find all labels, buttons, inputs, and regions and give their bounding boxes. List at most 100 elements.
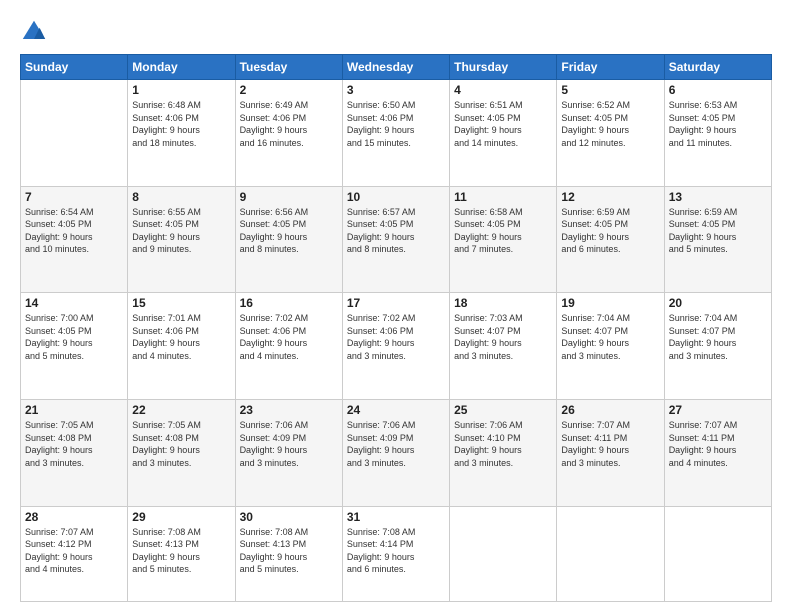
day-number: 8 xyxy=(132,190,230,204)
weekday-friday: Friday xyxy=(557,55,664,80)
cell-info: Sunrise: 7:00 AMSunset: 4:05 PMDaylight:… xyxy=(25,312,123,362)
cell-info: Sunrise: 7:03 AMSunset: 4:07 PMDaylight:… xyxy=(454,312,552,362)
page: SundayMondayTuesdayWednesdayThursdayFrid… xyxy=(0,0,792,612)
cell-info: Sunrise: 7:04 AMSunset: 4:07 PMDaylight:… xyxy=(561,312,659,362)
day-number: 7 xyxy=(25,190,123,204)
day-number: 24 xyxy=(347,403,445,417)
calendar-cell: 8 Sunrise: 6:55 AMSunset: 4:05 PMDaylight… xyxy=(128,186,235,293)
day-number: 19 xyxy=(561,296,659,310)
cell-info: Sunrise: 6:59 AMSunset: 4:05 PMDaylight:… xyxy=(561,206,659,256)
day-number: 5 xyxy=(561,83,659,97)
cell-info: Sunrise: 7:07 AMSunset: 4:11 PMDaylight:… xyxy=(561,419,659,469)
weekday-monday: Monday xyxy=(128,55,235,80)
calendar-cell: 18Sunrise: 7:03 AMSunset: 4:07 PMDayligh… xyxy=(450,293,557,400)
day-number: 22 xyxy=(132,403,230,417)
cell-info: Sunrise: 7:02 AMSunset: 4:06 PMDaylight:… xyxy=(347,312,445,362)
cell-info: Sunrise: 6:53 AMSunset: 4:05 PMDaylight:… xyxy=(669,99,767,149)
weekday-header-row: SundayMondayTuesdayWednesdayThursdayFrid… xyxy=(21,55,772,80)
calendar-cell: 27 Sunrise: 7:07 AMSunset: 4:11 PMDayligh… xyxy=(664,399,771,506)
week-row-3: 14Sunrise: 7:00 AMSunset: 4:05 PMDayligh… xyxy=(21,293,772,400)
calendar-cell: 13 Sunrise: 6:59 AMSunset: 4:05 PMDayligh… xyxy=(664,186,771,293)
day-number: 12 xyxy=(561,190,659,204)
calendar-table: SundayMondayTuesdayWednesdayThursdayFrid… xyxy=(20,54,772,602)
day-number: 9 xyxy=(240,190,338,204)
calendar-cell: 5 Sunrise: 6:52 AMSunset: 4:05 PMDaylight… xyxy=(557,80,664,187)
cell-info: Sunrise: 7:08 AMSunset: 4:13 PMDaylight:… xyxy=(132,526,230,576)
day-number: 10 xyxy=(347,190,445,204)
calendar-cell: 4 Sunrise: 6:51 AMSunset: 4:05 PMDaylight… xyxy=(450,80,557,187)
day-number: 25 xyxy=(454,403,552,417)
cell-info: Sunrise: 7:06 AMSunset: 4:09 PMDaylight:… xyxy=(240,419,338,469)
calendar-cell: 11 Sunrise: 6:58 AMSunset: 4:05 PMDayligh… xyxy=(450,186,557,293)
day-number: 6 xyxy=(669,83,767,97)
calendar-cell: 17 Sunrise: 7:02 AMSunset: 4:06 PMDayligh… xyxy=(342,293,449,400)
cell-info: Sunrise: 6:52 AMSunset: 4:05 PMDaylight:… xyxy=(561,99,659,149)
cell-info: Sunrise: 6:56 AMSunset: 4:05 PMDaylight:… xyxy=(240,206,338,256)
weekday-wednesday: Wednesday xyxy=(342,55,449,80)
weekday-saturday: Saturday xyxy=(664,55,771,80)
cell-info: Sunrise: 7:01 AMSunset: 4:06 PMDaylight:… xyxy=(132,312,230,362)
calendar-cell: 1Sunrise: 6:48 AMSunset: 4:06 PMDaylight… xyxy=(128,80,235,187)
cell-info: Sunrise: 6:51 AMSunset: 4:05 PMDaylight:… xyxy=(454,99,552,149)
day-number: 23 xyxy=(240,403,338,417)
cell-info: Sunrise: 6:54 AMSunset: 4:05 PMDaylight:… xyxy=(25,206,123,256)
day-number: 27 xyxy=(669,403,767,417)
logo-icon xyxy=(20,18,48,46)
cell-info: Sunrise: 6:50 AMSunset: 4:06 PMDaylight:… xyxy=(347,99,445,149)
calendar-cell: 10 Sunrise: 6:57 AMSunset: 4:05 PMDayligh… xyxy=(342,186,449,293)
cell-info: Sunrise: 6:55 AMSunset: 4:05 PMDaylight:… xyxy=(132,206,230,256)
day-number: 4 xyxy=(454,83,552,97)
calendar-cell: 29 Sunrise: 7:08 AMSunset: 4:13 PMDayligh… xyxy=(128,506,235,601)
weekday-thursday: Thursday xyxy=(450,55,557,80)
cell-info: Sunrise: 7:07 AMSunset: 4:12 PMDaylight:… xyxy=(25,526,123,576)
day-number: 3 xyxy=(347,83,445,97)
cell-info: Sunrise: 7:08 AMSunset: 4:14 PMDaylight:… xyxy=(347,526,445,576)
calendar-cell: 30 Sunrise: 7:08 AMSunset: 4:13 PMDayligh… xyxy=(235,506,342,601)
cell-info: Sunrise: 7:05 AMSunset: 4:08 PMDaylight:… xyxy=(25,419,123,469)
calendar-cell: 14Sunrise: 7:00 AMSunset: 4:05 PMDayligh… xyxy=(21,293,128,400)
cell-info: Sunrise: 6:48 AMSunset: 4:06 PMDaylight:… xyxy=(132,99,230,149)
cell-info: Sunrise: 7:02 AMSunset: 4:06 PMDaylight:… xyxy=(240,312,338,362)
calendar-cell: 12 Sunrise: 6:59 AMSunset: 4:05 PMDayligh… xyxy=(557,186,664,293)
day-number: 26 xyxy=(561,403,659,417)
calendar-cell xyxy=(450,506,557,601)
calendar-cell: 31Sunrise: 7:08 AMSunset: 4:14 PMDayligh… xyxy=(342,506,449,601)
calendar-cell: 3 Sunrise: 6:50 AMSunset: 4:06 PMDaylight… xyxy=(342,80,449,187)
day-number: 2 xyxy=(240,83,338,97)
day-number: 11 xyxy=(454,190,552,204)
cell-info: Sunrise: 7:06 AMSunset: 4:10 PMDaylight:… xyxy=(454,419,552,469)
cell-info: Sunrise: 6:49 AMSunset: 4:06 PMDaylight:… xyxy=(240,99,338,149)
calendar-cell: 25 Sunrise: 7:06 AMSunset: 4:10 PMDayligh… xyxy=(450,399,557,506)
week-row-5: 28 Sunrise: 7:07 AMSunset: 4:12 PMDayligh… xyxy=(21,506,772,601)
day-number: 13 xyxy=(669,190,767,204)
cell-info: Sunrise: 7:06 AMSunset: 4:09 PMDaylight:… xyxy=(347,419,445,469)
day-number: 17 xyxy=(347,296,445,310)
calendar-cell xyxy=(21,80,128,187)
cell-info: Sunrise: 7:08 AMSunset: 4:13 PMDaylight:… xyxy=(240,526,338,576)
calendar-cell: 23 Sunrise: 7:06 AMSunset: 4:09 PMDayligh… xyxy=(235,399,342,506)
calendar-cell: 22 Sunrise: 7:05 AMSunset: 4:08 PMDayligh… xyxy=(128,399,235,506)
calendar-cell: 21 Sunrise: 7:05 AMSunset: 4:08 PMDayligh… xyxy=(21,399,128,506)
weekday-tuesday: Tuesday xyxy=(235,55,342,80)
calendar-cell: 28 Sunrise: 7:07 AMSunset: 4:12 PMDayligh… xyxy=(21,506,128,601)
calendar-cell: 9 Sunrise: 6:56 AMSunset: 4:05 PMDaylight… xyxy=(235,186,342,293)
day-number: 30 xyxy=(240,510,338,524)
cell-info: Sunrise: 6:58 AMSunset: 4:05 PMDaylight:… xyxy=(454,206,552,256)
calendar-cell: 15Sunrise: 7:01 AMSunset: 4:06 PMDayligh… xyxy=(128,293,235,400)
cell-info: Sunrise: 7:05 AMSunset: 4:08 PMDaylight:… xyxy=(132,419,230,469)
calendar-cell: 7 Sunrise: 6:54 AMSunset: 4:05 PMDaylight… xyxy=(21,186,128,293)
cell-info: Sunrise: 6:59 AMSunset: 4:05 PMDaylight:… xyxy=(669,206,767,256)
cell-info: Sunrise: 6:57 AMSunset: 4:05 PMDaylight:… xyxy=(347,206,445,256)
day-number: 21 xyxy=(25,403,123,417)
day-number: 28 xyxy=(25,510,123,524)
calendar-cell: 26 Sunrise: 7:07 AMSunset: 4:11 PMDayligh… xyxy=(557,399,664,506)
calendar-cell: 2 Sunrise: 6:49 AMSunset: 4:06 PMDaylight… xyxy=(235,80,342,187)
calendar-cell: 6 Sunrise: 6:53 AMSunset: 4:05 PMDaylight… xyxy=(664,80,771,187)
day-number: 16 xyxy=(240,296,338,310)
day-number: 29 xyxy=(132,510,230,524)
week-row-2: 7 Sunrise: 6:54 AMSunset: 4:05 PMDaylight… xyxy=(21,186,772,293)
week-row-1: 1Sunrise: 6:48 AMSunset: 4:06 PMDaylight… xyxy=(21,80,772,187)
calendar-cell xyxy=(664,506,771,601)
header xyxy=(20,18,772,46)
cell-info: Sunrise: 7:07 AMSunset: 4:11 PMDaylight:… xyxy=(669,419,767,469)
